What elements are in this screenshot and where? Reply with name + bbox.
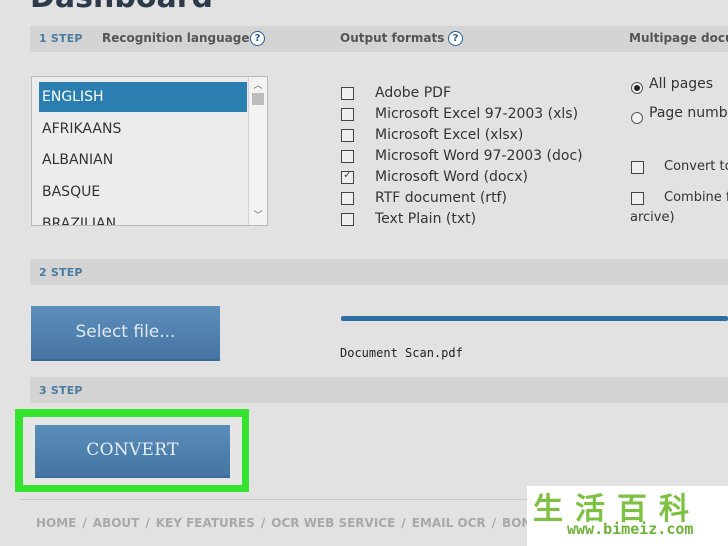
- language-scrollbar[interactable]: ︿ ﹀: [248, 77, 267, 225]
- page-title: Dashboard: [30, 0, 213, 15]
- step2-bar: 2 STEP: [30, 259, 728, 285]
- footer-separator: /: [145, 516, 150, 530]
- output-help-icon[interactable]: ?: [448, 31, 463, 46]
- language-option-brazilian[interactable]: BRAZILIAN: [39, 209, 247, 225]
- recognition-language-label: Recognition language: [102, 31, 250, 45]
- format-label: Microsoft Excel 97-2003 (xls): [375, 106, 579, 122]
- multipage-label: Multipage docu: [629, 31, 728, 45]
- format-label: Microsoft Word 97-2003 (doc): [375, 148, 583, 164]
- format-checkbox-xls[interactable]: [341, 108, 354, 121]
- convert-to-label: Convert to: [664, 159, 728, 174]
- step2-number: 2 STEP: [39, 266, 83, 279]
- language-option-basque[interactable]: BASQUE: [39, 177, 247, 207]
- footer-link-about[interactable]: ABOUT: [93, 516, 140, 530]
- select-file-button[interactable]: Select file...: [31, 306, 220, 359]
- format-option-rtf[interactable]: RTF document (rtf): [341, 189, 601, 209]
- format-label: Microsoft Excel (xlsx): [375, 127, 524, 143]
- format-checkbox-docx[interactable]: [341, 168, 354, 184]
- format-option-txt[interactable]: Text Plain (txt): [341, 210, 601, 230]
- step1-bar: 1 STEP Recognition language ? Output for…: [30, 26, 728, 52]
- watermark-url: www.bimeiz.com: [567, 520, 694, 538]
- language-option-afrikaans[interactable]: AFRIKAANS: [39, 114, 247, 144]
- watermark: 生活百科 www.bimeiz.com: [527, 486, 728, 546]
- footer-separator: /: [260, 516, 266, 530]
- scroll-thumb[interactable]: [252, 93, 264, 105]
- format-option-doc[interactable]: Microsoft Word 97-2003 (doc): [341, 147, 601, 167]
- archive-label: arcive): [630, 210, 675, 225]
- scroll-down-icon[interactable]: ﹀: [249, 209, 267, 223]
- step1-number: 1 STEP: [39, 32, 83, 45]
- footer-separator: /: [491, 516, 497, 530]
- format-checkbox-txt[interactable]: [341, 213, 354, 226]
- format-label: Microsoft Word (docx): [375, 169, 528, 185]
- format-label: Text Plain (txt): [375, 211, 477, 227]
- footer-link-key-features[interactable]: KEY FEATURES: [156, 516, 255, 530]
- format-option-pdf[interactable]: Adobe PDF: [341, 84, 601, 104]
- footer-link-email-ocr[interactable]: EMAIL OCR: [412, 516, 486, 530]
- format-checkbox-pdf[interactable]: [341, 87, 354, 100]
- footer-link-ocr-web-service[interactable]: OCR WEB SERVICE: [271, 516, 395, 530]
- format-option-docx[interactable]: Microsoft Word (docx): [341, 168, 601, 188]
- combine-label: Combine f: [664, 190, 728, 205]
- output-formats-label: Output formats: [340, 31, 445, 45]
- all-pages-label: All pages: [649, 76, 714, 92]
- step3-bar: 3 STEP: [30, 377, 728, 403]
- format-option-xlsx[interactable]: Microsoft Excel (xlsx): [341, 126, 601, 146]
- scroll-up-icon[interactable]: ︿: [249, 79, 267, 93]
- footer-separator: /: [82, 516, 87, 530]
- language-listbox[interactable]: ENGLISH AFRIKAANS ALBANIAN BASQUE BRAZIL…: [31, 76, 268, 226]
- convert-button[interactable]: CONVERT: [35, 425, 230, 476]
- format-checkbox-doc[interactable]: [341, 150, 354, 163]
- step3-number: 3 STEP: [39, 384, 83, 397]
- format-checkbox-rtf[interactable]: [341, 192, 354, 205]
- format-label: RTF document (rtf): [375, 190, 507, 206]
- recognition-help-icon[interactable]: ?: [250, 31, 265, 46]
- upload-progress-bar: [341, 316, 728, 321]
- footer-link-home[interactable]: HOME: [36, 516, 76, 530]
- page-numbers-radio[interactable]: [631, 112, 643, 124]
- format-option-xls[interactable]: Microsoft Excel 97-2003 (xls): [341, 105, 601, 125]
- combine-checkbox[interactable]: [631, 192, 644, 205]
- selected-file-name: Document Scan.pdf: [340, 346, 463, 360]
- page-numbers-label: Page numb: [649, 105, 728, 121]
- footer-separator: /: [401, 516, 406, 530]
- language-option-albanian[interactable]: ALBANIAN: [39, 145, 247, 175]
- convert-to-checkbox[interactable]: [631, 161, 644, 174]
- format-checkbox-xlsx[interactable]: [341, 129, 354, 142]
- language-option-english[interactable]: ENGLISH: [39, 82, 247, 112]
- format-label: Adobe PDF: [375, 85, 452, 101]
- footer-nav: HOME / ABOUT / KEY FEATURES / OCR WEB SERVICE /…: [36, 516, 536, 530]
- all-pages-radio[interactable]: [631, 82, 643, 94]
